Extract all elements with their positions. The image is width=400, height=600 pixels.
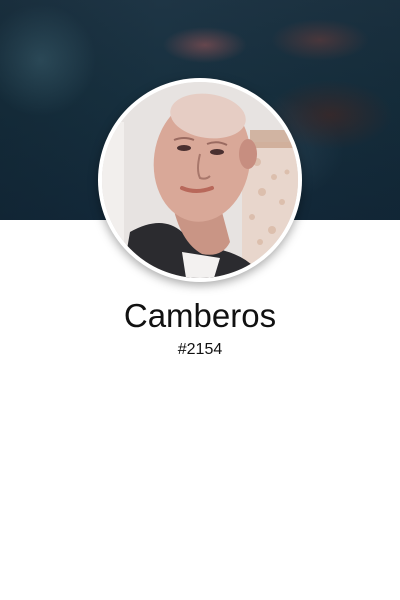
avatar[interactable] xyxy=(102,82,298,278)
user-tag: #2154 xyxy=(177,341,223,358)
display-name: Camberos xyxy=(123,297,277,334)
avatar-frame xyxy=(98,78,302,282)
user-photo-icon xyxy=(102,82,298,278)
